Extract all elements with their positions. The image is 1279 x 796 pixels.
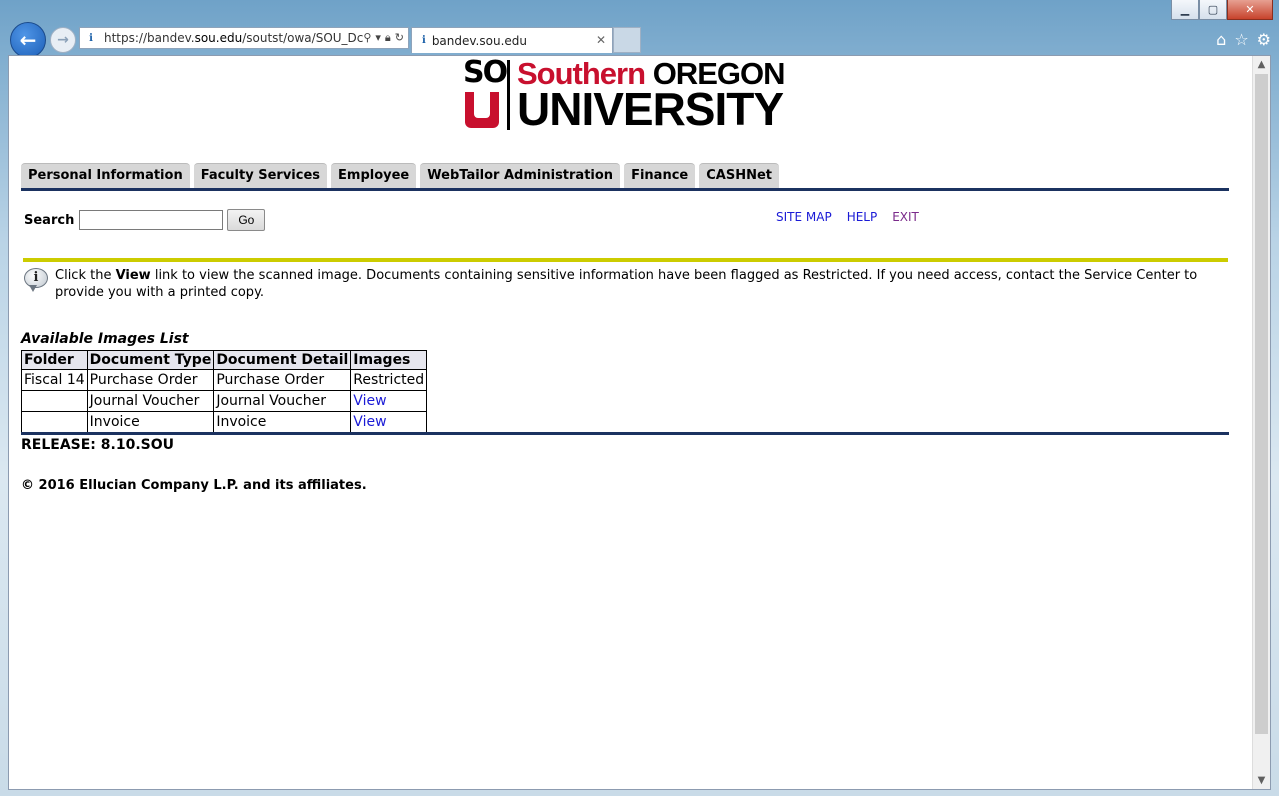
logo-u-icon	[465, 92, 499, 128]
new-tab-button[interactable]	[613, 27, 641, 53]
info-message: i Click the View link to view the scanne…	[23, 267, 1213, 301]
header-document-detail: Document Detail	[213, 350, 352, 370]
settings-gear-icon[interactable]: ⚙	[1257, 30, 1271, 49]
release-text: RELEASE: 8.10.SOU	[21, 437, 174, 453]
page-viewport: SO Southern OREGON UNIVERSITY Personal I…	[8, 55, 1271, 790]
footer-divider	[21, 432, 1229, 435]
close-window-button[interactable]: ✕	[1227, 0, 1273, 20]
tab-cashnet[interactable]: CASHNet	[699, 163, 779, 188]
logo-divider	[507, 60, 510, 130]
search-input[interactable]	[79, 210, 224, 230]
home-icon[interactable]: ⌂	[1216, 30, 1226, 49]
tab-finance[interactable]: Finance	[624, 163, 696, 188]
main-nav-tabs: Personal Information Faculty Services Em…	[21, 163, 779, 188]
address-url[interactable]: https://bandev.sou.edu/soutst/owa/SOU_Dc	[104, 31, 363, 45]
dropdown-icon[interactable]: ▾	[375, 31, 381, 45]
favorites-star-icon[interactable]: ☆	[1234, 30, 1248, 49]
scroll-up-icon[interactable]: ▲	[1253, 56, 1270, 73]
browser-toolbar-icons: ⌂ ☆ ⚙	[1216, 30, 1271, 49]
scroll-down-icon[interactable]: ▼	[1253, 772, 1270, 789]
cell-document-type: Purchase Order	[86, 369, 215, 391]
vertical-scrollbar[interactable]: ▲ ▼	[1252, 56, 1270, 789]
cell-document-type: Journal Voucher	[86, 390, 215, 412]
logo-line2: UNIVERSITY	[517, 83, 784, 135]
info-icon: i	[23, 267, 49, 293]
cell-document-detail: Invoice	[213, 411, 352, 433]
tab-title: bandev.sou.edu	[431, 33, 527, 48]
cell-document-type: Invoice	[86, 411, 215, 433]
cell-folder	[21, 411, 88, 433]
yellow-divider	[23, 258, 1228, 262]
browser-chrome: ▁ ▢ ✕ ← → i https://bandev.sou.edu/souts…	[0, 0, 1279, 58]
nav-divider	[21, 188, 1229, 191]
tab-personal-information[interactable]: Personal Information	[21, 163, 190, 188]
sou-logo: SO Southern OREGON UNIVERSITY	[463, 58, 803, 134]
cell-images-restricted: Restricted	[350, 369, 428, 391]
cell-images: View	[350, 390, 428, 412]
scroll-thumb[interactable]	[1255, 74, 1268, 734]
available-images-table: Folder Document Type Document Detail Ima…	[21, 350, 428, 433]
back-button[interactable]: ←	[10, 22, 46, 58]
site-favicon-icon: i	[89, 32, 93, 44]
table-row: Fiscal 14 Purchase Order Purchase Order …	[21, 369, 428, 391]
view-link[interactable]: View	[353, 414, 386, 430]
back-arrow-icon: ←	[19, 28, 37, 52]
help-link[interactable]: HELP	[847, 210, 878, 224]
browser-tab[interactable]: i bandev.sou.edu ✕	[411, 27, 613, 53]
cell-folder	[21, 390, 88, 412]
forward-arrow-icon: →	[57, 32, 69, 48]
refresh-icon[interactable]: ↻	[395, 31, 404, 45]
address-bar[interactable]: i https://bandev.sou.edu/soutst/owa/SOU_…	[79, 27, 409, 49]
exit-link[interactable]: EXIT	[892, 210, 919, 224]
address-tools: ⚲ ▾ 🔒︎ ↻	[363, 31, 408, 45]
go-button[interactable]: Go	[227, 209, 266, 231]
info-text: Click the View link to view the scanned …	[55, 268, 1198, 300]
forward-button[interactable]: →	[50, 27, 76, 53]
header-images: Images	[350, 350, 428, 370]
tab-faculty-services[interactable]: Faculty Services	[193, 163, 328, 188]
site-map-link[interactable]: SITE MAP	[776, 210, 832, 224]
lock-icon[interactable]: 🔒︎	[385, 31, 391, 45]
table-row: Invoice Invoice View	[21, 411, 428, 433]
header-folder: Folder	[21, 350, 88, 370]
top-links: SITE MAP HELP EXIT	[776, 210, 919, 224]
search-label: Search	[24, 212, 75, 228]
view-link[interactable]: View	[353, 393, 386, 409]
tab-employee[interactable]: Employee	[331, 163, 417, 188]
table-caption: Available Images List	[21, 331, 189, 347]
search-icon[interactable]: ⚲	[363, 31, 371, 45]
cell-document-detail: Journal Voucher	[213, 390, 352, 412]
minimize-button[interactable]: ▁	[1171, 0, 1199, 20]
maximize-button[interactable]: ▢	[1199, 0, 1227, 20]
copyright-text: © 2016 Ellucian Company L.P. and its aff…	[21, 478, 367, 493]
table-row: Journal Voucher Journal Voucher View	[21, 390, 428, 412]
tab-webtailor-administration[interactable]: WebTailor Administration	[420, 163, 621, 188]
search-form: Search Go	[24, 209, 266, 231]
table-header-row: Folder Document Type Document Detail Ima…	[21, 350, 428, 370]
tab-favicon-icon: i	[422, 35, 426, 46]
cell-folder: Fiscal 14	[21, 369, 88, 391]
header-document-type: Document Type	[86, 350, 215, 370]
window-controls: ▁ ▢ ✕	[1171, 0, 1273, 20]
cell-images: View	[350, 411, 428, 433]
logo-so: SO	[463, 55, 508, 90]
tab-close-icon[interactable]: ✕	[596, 33, 606, 47]
cell-document-detail: Purchase Order	[213, 369, 352, 391]
